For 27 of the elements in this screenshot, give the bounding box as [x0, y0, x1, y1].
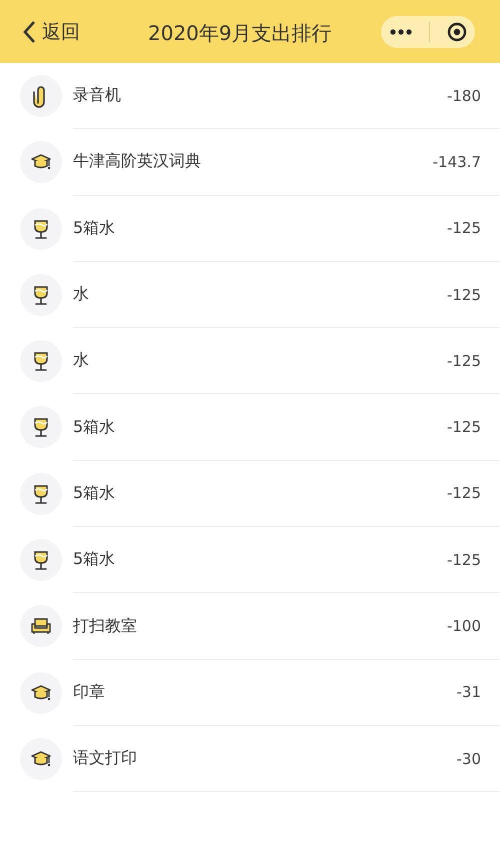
- more-icon[interactable]: [390, 28, 412, 34]
- back-chevron-icon: [22, 20, 36, 44]
- item-name: 牛津高阶英汉词典: [73, 151, 201, 172]
- page-title: 2020年9月支出排行: [148, 20, 332, 47]
- item-name: 5箱水: [73, 482, 116, 504]
- item-amount: -143.7: [432, 152, 481, 171]
- item-amount: -125: [446, 550, 481, 569]
- item-amount: -100: [446, 617, 481, 636]
- item-amount: -125: [446, 286, 481, 304]
- item-name: 5箱水: [73, 218, 116, 239]
- item-amount: -125: [446, 418, 481, 436]
- item-name: 5箱水: [73, 416, 116, 438]
- back-button[interactable]: 返回: [0, 18, 80, 44]
- item-name: 语文打印: [73, 748, 137, 770]
- item-name: 水: [73, 350, 89, 372]
- item-amount: -30: [456, 750, 481, 768]
- item-amount: -125: [446, 352, 481, 370]
- item-name: 打扫教室: [73, 616, 137, 637]
- item-amount: -180: [446, 86, 481, 105]
- close-icon[interactable]: [446, 22, 466, 42]
- item-name: 录音机: [73, 85, 121, 106]
- item-amount: -125: [446, 219, 481, 238]
- item-name: 印章: [73, 682, 105, 703]
- item-amount: -125: [446, 484, 481, 502]
- item-amount: -31: [456, 683, 481, 702]
- item-name: 水: [73, 284, 89, 306]
- item-name: 5箱水: [73, 549, 116, 570]
